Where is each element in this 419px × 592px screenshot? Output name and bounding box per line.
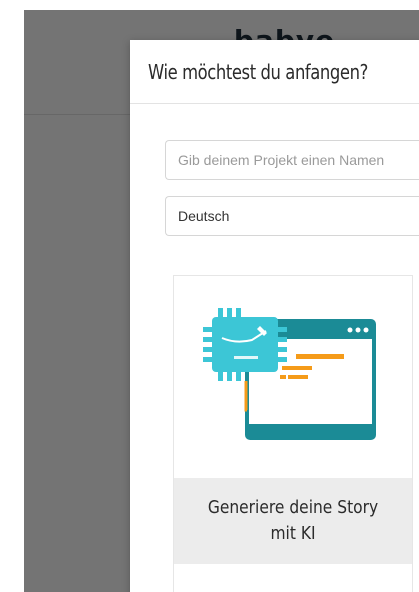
ai-story-option-label: Generiere deine Story mit KI (207, 497, 379, 544)
language-select-value: Deutsch (178, 208, 230, 224)
language-select[interactable]: Deutsch (165, 196, 419, 236)
project-name-input[interactable] (178, 152, 419, 168)
card-footer: Generiere deine Story mit KI (174, 478, 412, 564)
viewport: ...babye Wie möchtest du anfangen? Deuts… (0, 0, 419, 592)
ai-story-option-card[interactable]: Generiere deine Story mit KI (173, 275, 413, 592)
dialog-title: Wie möchtest du anfangen? (148, 59, 368, 84)
dialog-header: Wie möchtest du anfangen? (130, 40, 419, 104)
ai-chip-window-icon (174, 276, 412, 476)
project-name-field[interactable] (165, 140, 419, 180)
